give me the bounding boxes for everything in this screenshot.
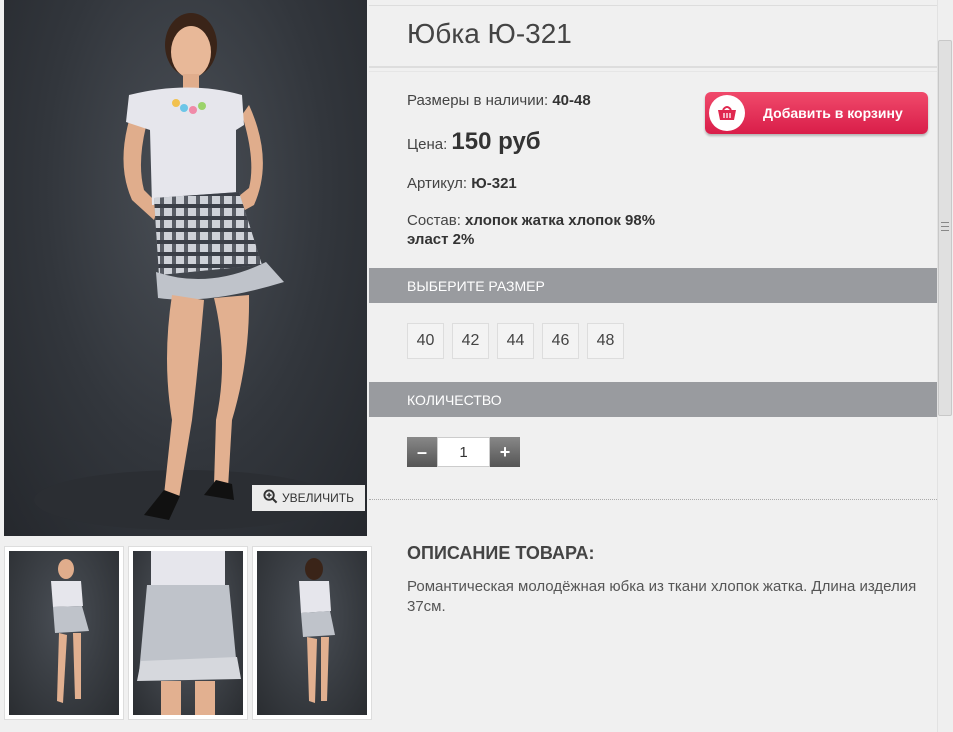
thumbnail-strip bbox=[4, 546, 376, 720]
top-divider bbox=[369, 0, 937, 6]
product-details-panel: Юбка Ю-321 Размеры в наличии: 40-48 Доба… bbox=[369, 0, 937, 732]
dotted-divider bbox=[369, 499, 937, 500]
scrollbar-grip-icon bbox=[941, 222, 949, 231]
thumbnail-1[interactable] bbox=[4, 546, 124, 720]
product-title: Юбка Ю-321 bbox=[407, 18, 572, 49]
basket-icon bbox=[709, 95, 745, 131]
price-label: Цена: bbox=[407, 136, 452, 153]
quantity-input[interactable] bbox=[437, 437, 490, 467]
size-option-40[interactable]: 40 bbox=[407, 323, 444, 359]
zoom-in-icon bbox=[263, 489, 278, 507]
size-section-header: ВЫБЕРИТЕ РАЗМЕР bbox=[369, 268, 937, 303]
title-divider bbox=[369, 66, 937, 72]
thumbnail-2[interactable] bbox=[128, 546, 248, 720]
price-value: 150 руб bbox=[451, 128, 541, 155]
zoom-label: УВЕЛИЧИТЬ bbox=[282, 491, 354, 505]
sku-value: Ю-321 bbox=[471, 175, 517, 192]
add-to-cart-label: Добавить в корзину bbox=[763, 105, 903, 121]
thumbnail-image bbox=[257, 551, 367, 715]
quantity-section-header: КОЛИЧЕСТВО bbox=[369, 382, 937, 417]
size-option-48[interactable]: 48 bbox=[587, 323, 624, 359]
model-illustration bbox=[34, 13, 334, 530]
size-options: 40 42 44 46 48 bbox=[407, 323, 624, 359]
composition-value-line2: эласт 2% bbox=[407, 231, 475, 248]
description-title: ОПИСАНИЕ ТОВАРА: bbox=[407, 543, 595, 563]
quantity-stepper: – + bbox=[407, 437, 520, 467]
sizes-available-label: Размеры в наличии: bbox=[407, 92, 553, 109]
thumbnail-image bbox=[9, 551, 119, 715]
description-text: Романтическая молодёжная юбка из ткани х… bbox=[407, 578, 917, 615]
size-option-42[interactable]: 42 bbox=[452, 323, 489, 359]
quantity-increase-button[interactable]: + bbox=[490, 437, 520, 467]
add-to-cart-button[interactable]: Добавить в корзину bbox=[705, 92, 928, 134]
composition: Состав: хлопок жатка хлопок 98% эласт 2% bbox=[407, 211, 655, 249]
size-option-44[interactable]: 44 bbox=[497, 323, 534, 359]
thumbnail-3[interactable] bbox=[252, 546, 372, 720]
price: Цена: 150 руб bbox=[407, 128, 541, 156]
sku: Артикул: Ю-321 bbox=[407, 175, 517, 192]
quantity-decrease-button[interactable]: – bbox=[407, 437, 437, 467]
composition-value-line1: хлопок жатка хлопок 98% bbox=[465, 212, 656, 229]
thumbnail-image bbox=[133, 551, 243, 715]
sku-label: Артикул: bbox=[407, 175, 472, 192]
zoom-button[interactable]: УВЕЛИЧИТЬ bbox=[252, 485, 365, 511]
sizes-available-value: 40-48 bbox=[552, 92, 591, 109]
sizes-available: Размеры в наличии: 40-48 bbox=[407, 92, 591, 109]
composition-label: Состав: bbox=[407, 212, 466, 229]
size-option-46[interactable]: 46 bbox=[542, 323, 579, 359]
main-product-photo[interactable]: УВЕЛИЧИТЬ bbox=[4, 0, 367, 536]
